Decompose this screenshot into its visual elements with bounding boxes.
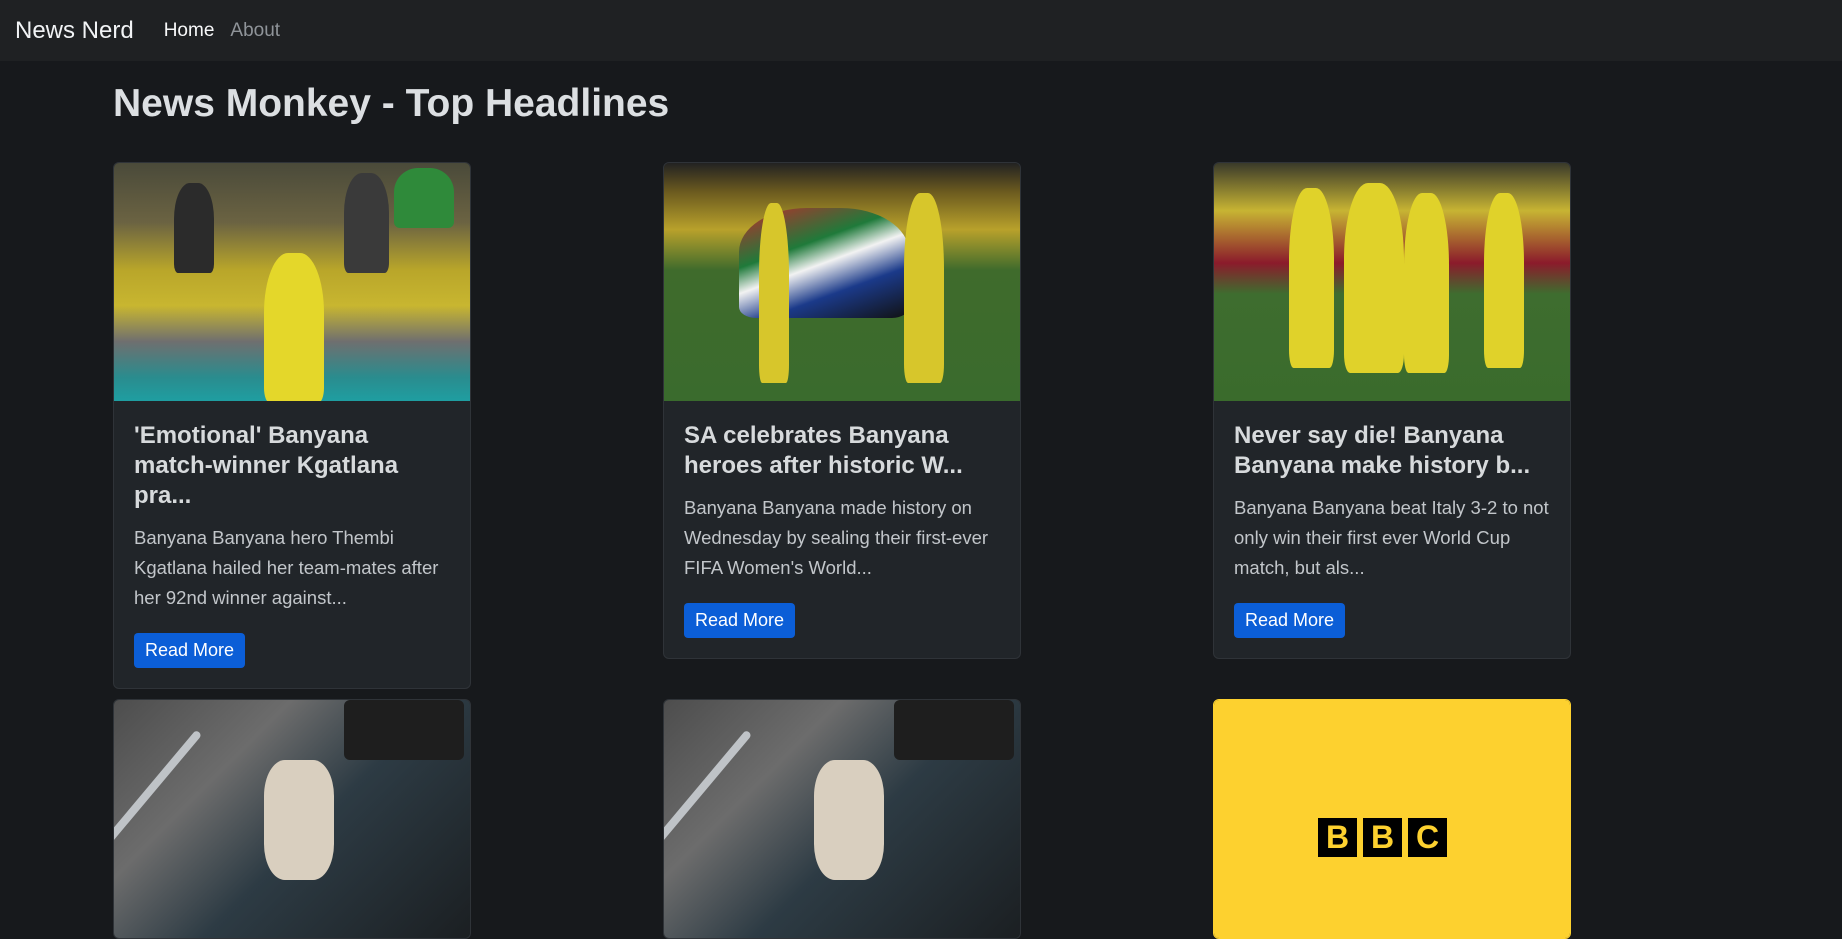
news-card: 'Emotional' Banyana match-winner Kgatlan… xyxy=(113,162,471,689)
card-description: Banyana Banyana hero Thembi Kgatlana hai… xyxy=(134,527,439,608)
player-figure xyxy=(1344,183,1404,373)
player-figure xyxy=(759,203,789,383)
news-image-person-with-crutches xyxy=(664,700,1020,938)
read-more-button[interactable]: Read More xyxy=(684,603,796,638)
player-figure xyxy=(904,193,944,383)
card-title: SA celebrates Banyana heroes after histo… xyxy=(684,422,963,479)
news-card xyxy=(113,699,471,939)
crutch-figure xyxy=(664,729,753,881)
news-image-team-celebrating xyxy=(1214,163,1570,401)
news-card: SA celebrates Banyana heroes after histo… xyxy=(663,162,1021,659)
card-body: SA celebrates Banyana heroes after histo… xyxy=(664,401,1020,658)
nav-link-home[interactable]: Home xyxy=(164,20,215,42)
player-figure xyxy=(1289,188,1334,368)
arm-figure xyxy=(344,700,464,760)
news-card: Never say die! Banyana Banyana make hist… xyxy=(1213,162,1571,659)
bbc-logo-letter: B xyxy=(1363,818,1402,857)
card-description: Banyana Banyana made history on Wednesda… xyxy=(684,497,989,578)
fan-figure xyxy=(174,183,214,273)
page-title: News Monkey - Top Headlines xyxy=(113,82,670,125)
bbc-logo-letter: B xyxy=(1318,818,1357,857)
news-image-player-celebrating xyxy=(114,163,470,401)
nav-link-about[interactable]: About xyxy=(230,20,280,42)
crutch-figure xyxy=(114,729,203,881)
news-image-person-with-crutches xyxy=(114,700,470,938)
card-body: Never say die! Banyana Banyana make hist… xyxy=(1214,401,1570,658)
news-image-bbc-logo: B B C xyxy=(1214,700,1570,938)
read-more-button[interactable]: Read More xyxy=(134,633,246,668)
prosthetic-figure xyxy=(814,760,884,880)
card-title: 'Emotional' Banyana match-winner Kgatlan… xyxy=(134,422,399,509)
brand-link[interactable]: News Nerd xyxy=(15,17,134,45)
player-figure xyxy=(264,253,324,401)
scarf-figure xyxy=(394,168,454,228)
arm-figure xyxy=(894,700,1014,760)
card-description: Banyana Banyana beat Italy 3-2 to not on… xyxy=(1234,497,1549,578)
read-more-button[interactable]: Read More xyxy=(1234,603,1346,638)
bbc-logo: B B C xyxy=(1318,818,1447,857)
prosthetic-figure xyxy=(264,760,334,880)
top-navbar: News Nerd Home About xyxy=(0,0,1842,61)
player-figure xyxy=(1404,193,1449,373)
card-title: Never say die! Banyana Banyana make hist… xyxy=(1234,422,1531,479)
fan-figure xyxy=(344,173,389,273)
news-card: B B C xyxy=(1213,699,1571,939)
news-image-team-with-flag xyxy=(664,163,1020,401)
card-body: 'Emotional' Banyana match-winner Kgatlan… xyxy=(114,401,470,688)
bbc-logo-letter: C xyxy=(1408,818,1447,857)
player-figure xyxy=(1484,193,1524,368)
news-card xyxy=(663,699,1021,939)
